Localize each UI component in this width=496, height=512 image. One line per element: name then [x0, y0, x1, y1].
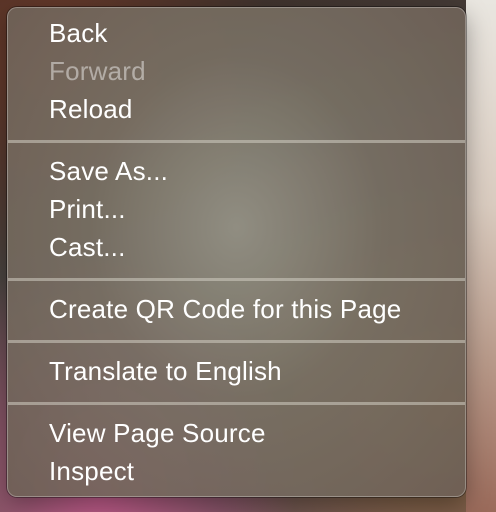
menu-separator — [8, 340, 465, 343]
menu-item-create-qr-code[interactable]: Create QR Code for this Page — [49, 292, 401, 326]
menu-separator — [8, 402, 465, 405]
menu-item-cast[interactable]: Cast... — [49, 230, 126, 264]
menu-item-save-as[interactable]: Save As... — [49, 154, 168, 188]
menu-item-inspect[interactable]: Inspect — [49, 454, 134, 488]
menu-item-back[interactable]: Back — [49, 16, 108, 50]
menu-item-translate[interactable]: Translate to English — [49, 354, 282, 388]
background-page — [466, 0, 496, 512]
menu-separator — [8, 278, 465, 281]
context-menu: Back Forward Reload Save As... Print... … — [7, 7, 466, 497]
menu-separator — [8, 140, 465, 143]
menu-item-print[interactable]: Print... — [49, 192, 126, 226]
menu-item-reload[interactable]: Reload — [49, 92, 133, 126]
menu-item-view-page-source[interactable]: View Page Source — [49, 416, 266, 450]
menu-item-forward: Forward — [49, 56, 146, 86]
